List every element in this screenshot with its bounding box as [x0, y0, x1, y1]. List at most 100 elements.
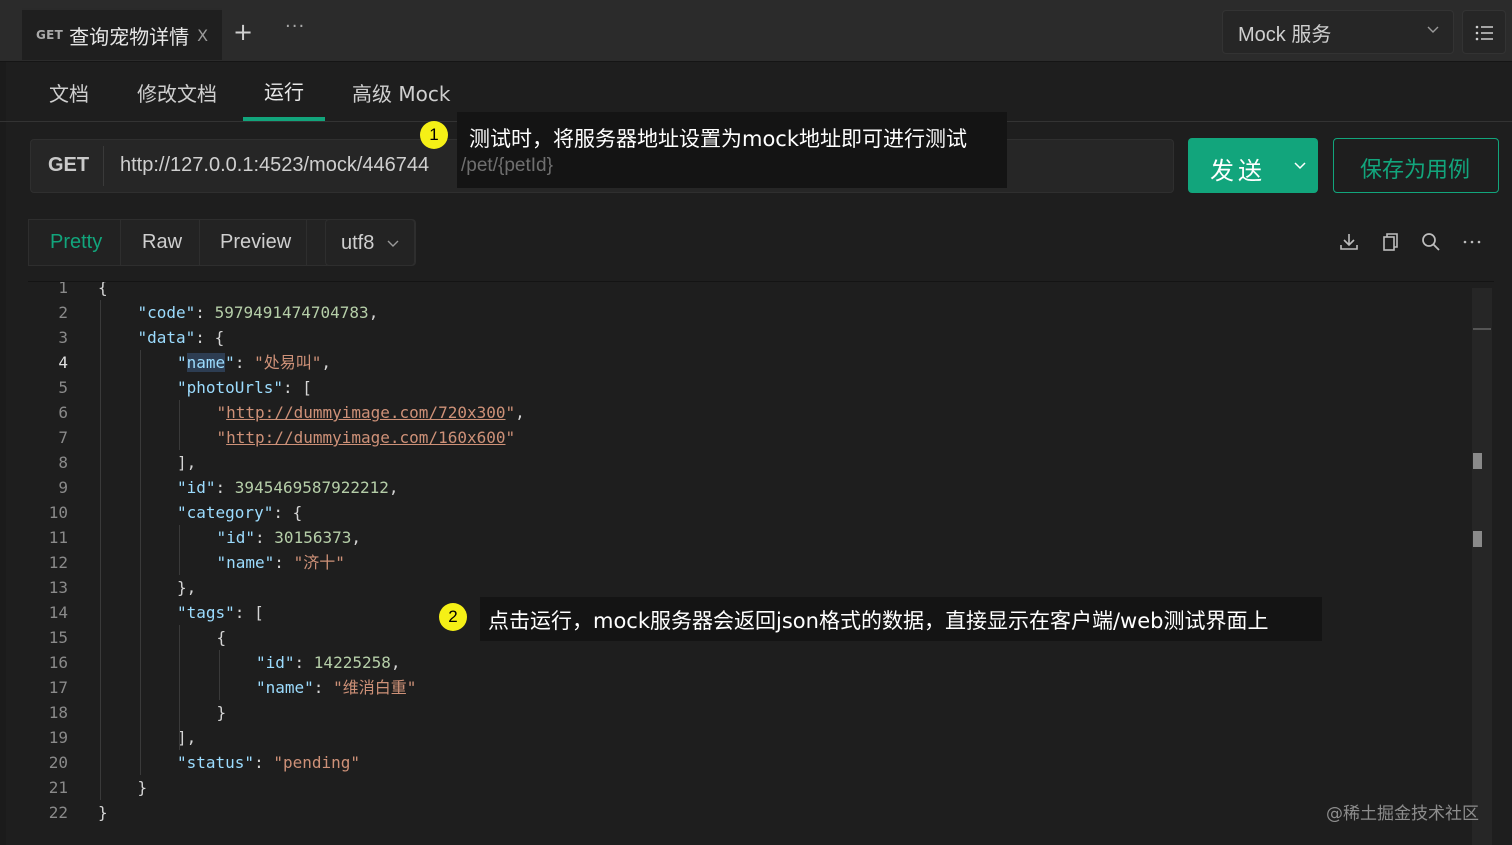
annotation-1-badge: 1	[420, 121, 448, 149]
code-line: 4 "name": "处易叫",	[28, 350, 1468, 375]
environment-label: Mock 服务	[1238, 23, 1332, 46]
encoding-label: utf8	[341, 232, 375, 254]
code-line: 10 "category": {	[28, 500, 1468, 525]
code-text: }	[98, 803, 108, 822]
scrollbar-marker	[1473, 531, 1482, 547]
scrollbar-thumb[interactable]	[1473, 328, 1491, 330]
code-line: 16 "id": 14225258,	[28, 650, 1468, 675]
code-text: "id": 14225258,	[256, 653, 401, 672]
encoding-select[interactable]: utf8	[325, 219, 415, 266]
code-text: ],	[177, 453, 197, 472]
code-line: 8],	[28, 450, 1468, 475]
indent-guide	[100, 300, 101, 800]
code-line: 1{	[28, 281, 1468, 300]
environment-select[interactable]: Mock 服务	[1222, 10, 1454, 54]
request-tab-method: GET	[36, 28, 64, 42]
code-text: },	[177, 578, 197, 597]
top-tab-bar: GET 查询宠物详情 X + ··· Mock 服务	[0, 0, 1512, 62]
code-text: "photoUrls": [	[177, 378, 312, 397]
line-number: 18	[48, 703, 68, 722]
send-button-label: 发送	[1210, 157, 1266, 185]
indent-guide	[218, 650, 220, 700]
code-text: "http://dummyimage.com/160x600"	[216, 428, 516, 447]
line-number: 4	[58, 353, 68, 372]
annotation-2-box: 点击运行，mock服务器会返回json格式的数据，直接显示在客户端/web测试界…	[480, 597, 1322, 641]
line-number: 1	[58, 281, 68, 297]
active-tab-indicator	[243, 117, 325, 121]
list-icon	[1475, 25, 1493, 41]
chevron-down-icon[interactable]	[1293, 160, 1307, 172]
line-number: 13	[48, 578, 68, 597]
send-button[interactable]: 发送	[1188, 138, 1318, 193]
code-line: 20 "status": "pending"	[28, 750, 1468, 775]
code-text: "name": "济十"	[216, 553, 345, 572]
window-edge	[0, 0, 6, 845]
code-line: 19],	[28, 725, 1468, 750]
tab-preview[interactable]: Preview	[220, 231, 291, 254]
url-path-overlay: /pet/{petId}	[461, 155, 553, 176]
download-icon[interactable]	[1337, 230, 1361, 254]
code-line: 17 "name": "维消白重"	[28, 675, 1468, 700]
scrollbar-marker	[1473, 453, 1482, 469]
tab-edit-docs[interactable]: 修改文档	[137, 78, 217, 122]
line-number: 20	[48, 753, 68, 772]
code-text: "tags": [	[177, 603, 264, 622]
tab-docs[interactable]: 文档	[49, 78, 89, 122]
chevron-down-icon	[1427, 26, 1439, 33]
close-tab-icon[interactable]: X	[197, 26, 208, 45]
tab-advanced-mock[interactable]: 高级 Mock	[352, 78, 450, 122]
code-text: "name": "处易叫",	[177, 353, 331, 372]
annotation-1-text: 测试时，将服务器地址设置为mock地址即可进行测试	[469, 127, 968, 151]
line-number: 5	[58, 378, 68, 397]
search-icon[interactable]	[1419, 230, 1443, 254]
code-line: 18}	[28, 700, 1468, 725]
copy-icon[interactable]	[1378, 230, 1402, 254]
more-tabs-icon[interactable]: ···	[285, 16, 305, 37]
line-number: 8	[58, 453, 68, 472]
list-menu-button[interactable]	[1462, 10, 1506, 54]
line-number: 11	[48, 528, 68, 547]
request-tab[interactable]: GET 查询宠物详情 X	[22, 8, 222, 60]
chevron-down-icon	[387, 240, 399, 247]
line-number: 15	[48, 628, 68, 647]
code-text: "id": 3945469587922212,	[177, 478, 399, 497]
tab-raw[interactable]: Raw	[142, 231, 182, 254]
tab-pretty[interactable]: Pretty	[50, 231, 102, 254]
code-text: "status": "pending"	[177, 753, 361, 772]
code-line: 21}	[28, 775, 1468, 800]
code-text: }	[137, 778, 148, 797]
code-text: "data": {	[137, 328, 225, 347]
code-text: }	[216, 703, 227, 722]
vertical-scrollbar[interactable]	[1472, 288, 1492, 845]
code-text: "http://dummyimage.com/720x300",	[216, 403, 525, 422]
url-value[interactable]: http://127.0.0.1:4523/mock/446744	[120, 154, 429, 177]
more-icon[interactable]	[1460, 230, 1484, 254]
code-line: 22}	[28, 800, 1468, 825]
url-divider	[103, 146, 104, 186]
line-number: 22	[48, 803, 68, 822]
line-number: 10	[48, 503, 68, 522]
annotation-2-text: 点击运行，mock服务器会返回json格式的数据，直接显示在客户端/web测试界…	[488, 609, 1269, 633]
code-line: 11 "id": 30156373,	[28, 525, 1468, 550]
line-number: 16	[48, 653, 68, 672]
code-text: "id": 30156373,	[216, 528, 362, 547]
indent-guide	[179, 625, 180, 750]
response-body[interactable]: 1{2 "code": 5979491474704783, 3 "data": {4 "…	[28, 281, 1494, 845]
line-number: 14	[48, 603, 68, 622]
code-text: "category": {	[177, 503, 303, 522]
indent-guide	[139, 350, 141, 775]
line-number: 21	[48, 778, 68, 797]
tab-run[interactable]: 运行	[264, 76, 304, 120]
save-as-example-button[interactable]: 保存为用例	[1333, 138, 1499, 193]
save-as-example-label: 保存为用例	[1360, 158, 1471, 183]
add-tab-icon[interactable]: +	[233, 18, 253, 46]
code-text: {	[216, 628, 227, 647]
request-tab-title: 查询宠物详情	[69, 24, 190, 49]
url-method[interactable]: GET	[48, 154, 89, 177]
code-line: 12 "name": "济十"	[28, 550, 1468, 575]
line-number: 19	[48, 728, 68, 747]
watermark: @稀土掘金技术社区	[1326, 804, 1479, 824]
line-number: 3	[58, 328, 68, 347]
code-line: 7 "http://dummyimage.com/160x600"	[28, 425, 1468, 450]
code-text: "code": 5979491474704783,	[137, 303, 379, 322]
